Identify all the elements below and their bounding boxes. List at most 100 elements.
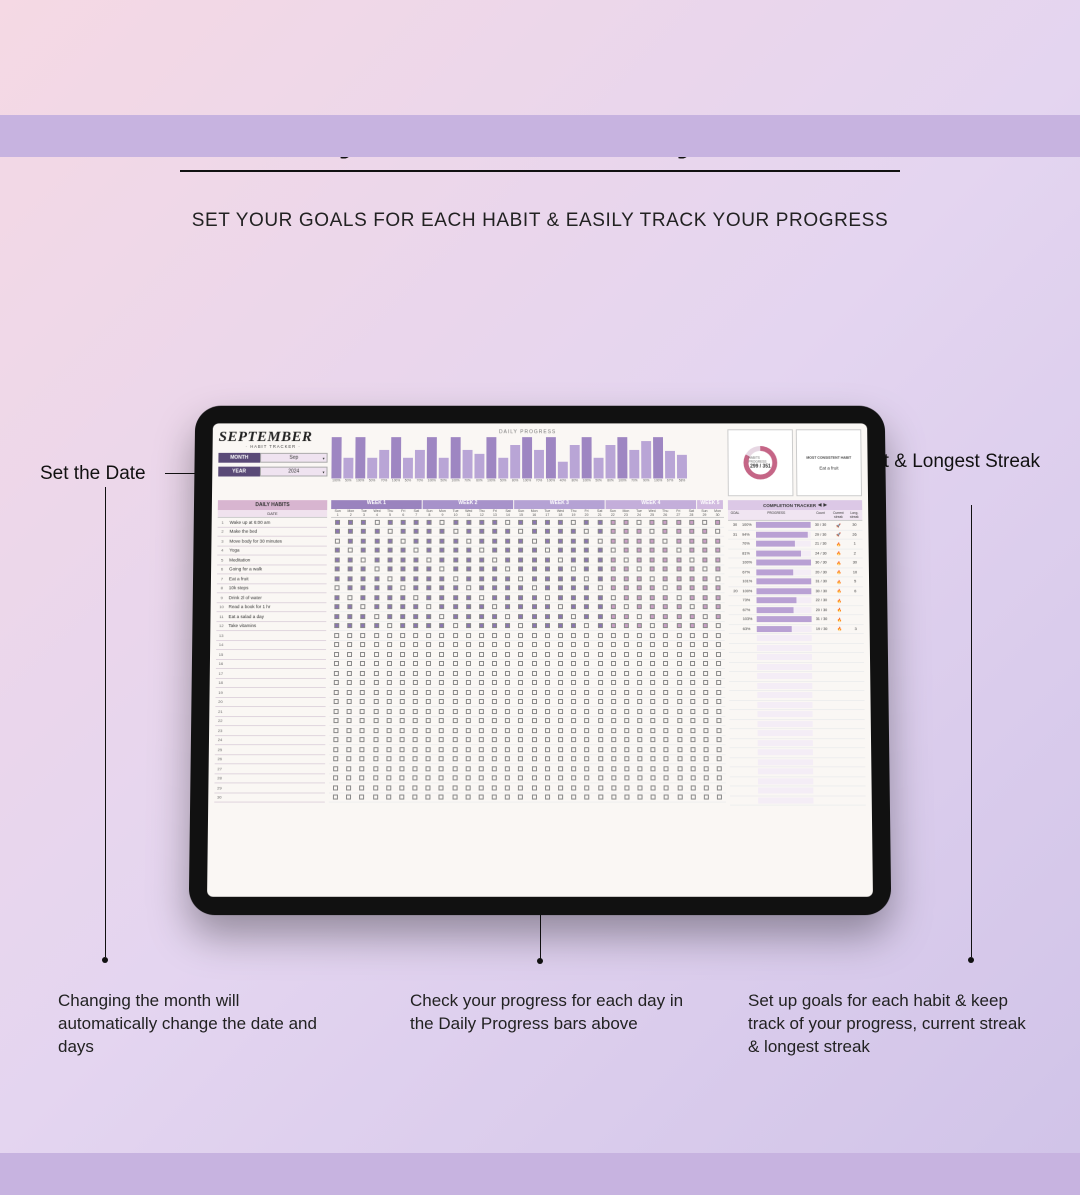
habit-checkbox[interactable] <box>400 661 405 666</box>
habit-checkbox[interactable] <box>532 728 537 733</box>
habit-checkbox[interactable] <box>545 604 550 609</box>
habit-checkbox[interactable] <box>348 529 353 534</box>
habit-checkbox[interactable] <box>413 661 418 666</box>
habit-checkbox[interactable] <box>611 623 616 628</box>
habit-checkbox[interactable] <box>386 747 391 752</box>
habit-checkbox[interactable] <box>387 614 392 619</box>
habit-checkbox[interactable] <box>532 699 537 704</box>
habit-checkbox[interactable] <box>348 586 353 591</box>
habit-checkbox[interactable] <box>637 529 642 534</box>
habit-checkbox[interactable] <box>532 737 537 742</box>
habit-checkbox[interactable] <box>690 776 695 781</box>
habit-checkbox[interactable] <box>360 737 365 742</box>
habit-checkbox[interactable] <box>584 538 589 543</box>
habit-checkbox[interactable] <box>505 548 510 553</box>
habit-checkbox[interactable] <box>452 766 457 771</box>
habit-checkbox[interactable] <box>689 538 694 543</box>
habit-checkbox[interactable] <box>479 586 484 591</box>
habit-checkbox[interactable] <box>558 709 563 714</box>
habit-checkbox[interactable] <box>505 680 510 685</box>
habit-checkbox[interactable] <box>651 785 656 790</box>
habit-row[interactable]: 25 <box>215 745 325 755</box>
habit-checkbox[interactable] <box>479 728 484 733</box>
habit-checkbox[interactable] <box>373 776 378 781</box>
habit-checkbox[interactable] <box>399 776 404 781</box>
habit-checkbox[interactable] <box>479 690 484 695</box>
habit-checkbox[interactable] <box>676 576 681 581</box>
habit-checkbox[interactable] <box>519 538 524 543</box>
habit-checkbox[interactable] <box>360 718 365 723</box>
habit-checkbox[interactable] <box>558 776 563 781</box>
habit-row[interactable]: 17 <box>216 669 326 678</box>
habit-checkbox[interactable] <box>676 548 681 553</box>
habit-checkbox[interactable] <box>585 795 590 800</box>
habit-checkbox[interactable] <box>545 776 550 781</box>
habit-checkbox[interactable] <box>703 747 708 752</box>
habit-checkbox[interactable] <box>414 557 419 562</box>
habit-checkbox[interactable] <box>518 728 523 733</box>
habit-checkbox[interactable] <box>334 680 339 685</box>
habit-checkbox[interactable] <box>532 567 537 572</box>
habit-checkbox[interactable] <box>387 576 392 581</box>
habit-checkbox[interactable] <box>518 680 523 685</box>
habit-checkbox[interactable] <box>664 766 669 771</box>
habit-checkbox[interactable] <box>426 690 431 695</box>
habit-checkbox[interactable] <box>558 756 563 761</box>
habit-checkbox[interactable] <box>387 586 392 591</box>
habit-checkbox[interactable] <box>571 680 576 685</box>
habit-checkbox[interactable] <box>373 699 378 704</box>
habit-checkbox[interactable] <box>466 756 471 761</box>
habit-checkbox[interactable] <box>388 520 393 525</box>
habit-checkbox[interactable] <box>651 747 656 752</box>
habit-checkbox[interactable] <box>663 661 668 666</box>
habit-checkbox[interactable] <box>624 652 629 657</box>
habit-checkbox[interactable] <box>690 652 695 657</box>
habit-checkbox[interactable] <box>558 548 563 553</box>
habit-checkbox[interactable] <box>492 586 497 591</box>
habit-checkbox[interactable] <box>545 614 550 619</box>
habit-checkbox[interactable] <box>545 671 550 676</box>
habit-checkbox[interactable] <box>400 623 405 628</box>
habit-checkbox[interactable] <box>360 652 365 657</box>
habit-checkbox[interactable] <box>440 538 445 543</box>
habit-checkbox[interactable] <box>518 718 523 723</box>
habit-checkbox[interactable] <box>361 520 366 525</box>
habit-checkbox[interactable] <box>400 709 405 714</box>
habit-checkbox[interactable] <box>348 576 353 581</box>
habit-checkbox[interactable] <box>664 795 669 800</box>
habit-checkbox[interactable] <box>610 586 615 591</box>
habit-checkbox[interactable] <box>492 747 497 752</box>
habit-checkbox[interactable] <box>479 642 484 647</box>
habit-checkbox[interactable] <box>610 567 615 572</box>
habit-checkbox[interactable] <box>584 604 589 609</box>
habit-checkbox[interactable] <box>716 633 721 638</box>
habit-checkbox[interactable] <box>387 623 392 628</box>
habit-checkbox[interactable] <box>597 567 602 572</box>
habit-checkbox[interactable] <box>689 567 694 572</box>
habit-checkbox[interactable] <box>426 680 431 685</box>
habit-checkbox[interactable] <box>532 747 537 752</box>
habit-checkbox[interactable] <box>466 557 471 562</box>
habit-checkbox[interactable] <box>466 529 471 534</box>
habit-checkbox[interactable] <box>374 604 379 609</box>
habit-checkbox[interactable] <box>545 709 550 714</box>
habit-checkbox[interactable] <box>624 576 629 581</box>
habit-checkbox[interactable] <box>334 614 339 619</box>
habit-checkbox[interactable] <box>597 595 602 600</box>
habit-checkbox[interactable] <box>479 718 484 723</box>
habit-checkbox[interactable] <box>637 671 642 676</box>
habit-checkbox[interactable] <box>676 529 681 534</box>
habit-checkbox[interactable] <box>690 690 695 695</box>
habit-checkbox[interactable] <box>704 785 709 790</box>
habit-checkbox[interactable] <box>571 623 576 628</box>
habit-checkbox[interactable] <box>479 548 484 553</box>
habit-checkbox[interactable] <box>702 529 707 534</box>
habit-checkbox[interactable] <box>518 747 523 752</box>
habit-checkbox[interactable] <box>335 576 340 581</box>
habit-checkbox[interactable] <box>518 766 523 771</box>
habit-checkbox[interactable] <box>689 557 694 562</box>
habit-checkbox[interactable] <box>637 690 642 695</box>
habit-checkbox[interactable] <box>650 529 655 534</box>
habit-checkbox[interactable] <box>347 633 352 638</box>
habit-checkbox[interactable] <box>479 576 484 581</box>
